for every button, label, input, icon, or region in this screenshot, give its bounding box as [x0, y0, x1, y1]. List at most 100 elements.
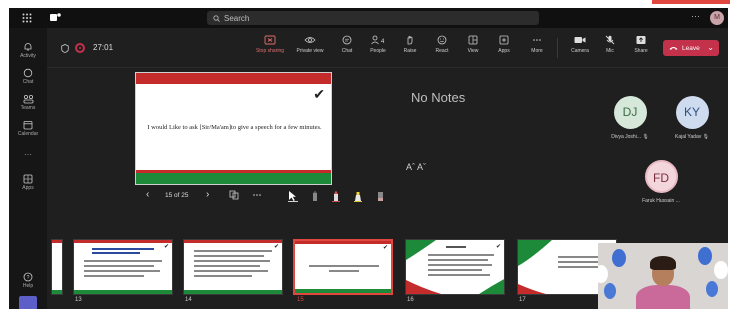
rail-label: Calendar: [17, 131, 39, 137]
toolbar-label: More: [531, 48, 543, 54]
rail-teams[interactable]: Teams: [9, 94, 47, 111]
toolbar-label: Camera: [571, 48, 589, 54]
screen-frame: Search ··· M Activity Chat Teams Calenda…: [0, 0, 730, 313]
thumbnail-number: 17: [519, 297, 526, 303]
slide-thumbnail[interactable]: [51, 239, 63, 295]
mic-button[interactable]: Mic: [593, 35, 627, 54]
slide-thumbnail[interactable]: ✔: [183, 239, 283, 295]
highlighter-icon[interactable]: [353, 190, 363, 202]
previous-slide-button[interactable]: ‹: [146, 189, 149, 200]
user-avatar[interactable]: M: [710, 11, 724, 25]
rail-more-button[interactable]: ···: [9, 150, 47, 159]
no-notes-label: No Notes: [411, 90, 466, 105]
view-button[interactable]: View: [456, 35, 490, 54]
font-size-controls[interactable]: Aˆ Aˇ: [406, 162, 426, 172]
participant-name: Faruk Hussain ...: [642, 198, 680, 204]
chat-button[interactable]: Chat: [330, 35, 364, 54]
app-launcher-icon[interactable]: [22, 13, 32, 23]
self-camera-video: [598, 243, 728, 309]
rail-label: Help: [22, 283, 34, 289]
titlebar-more-button[interactable]: ···: [691, 11, 700, 21]
toolbar-label: Raise: [403, 48, 417, 54]
share-button[interactable]: Share: [624, 35, 658, 54]
avatar: KY: [675, 96, 709, 129]
next-slide-button[interactable]: ›: [206, 189, 209, 200]
leave-button[interactable]: Leave ⌄: [663, 40, 719, 56]
slide-text: I would Like to ask [Sir/Ma'am]to give a…: [147, 124, 322, 131]
hand-icon: [407, 36, 413, 45]
participant-name: Kajal Yadav 🎙: [675, 134, 709, 140]
rail-chat[interactable]: Chat: [9, 68, 47, 85]
slide-bottom-band: [136, 173, 331, 184]
red-corner-accent: [652, 0, 730, 4]
meeting-toolbar: 27:01 Stop sharing Private view Chat Peo…: [47, 28, 728, 68]
search-input[interactable]: Search: [207, 11, 539, 25]
rail-apps[interactable]: Apps: [9, 174, 47, 191]
pen-black-icon[interactable]: [310, 190, 320, 202]
rail-label: Apps: [22, 185, 34, 191]
svg-text:?: ?: [27, 275, 30, 281]
toolbar-label: React: [435, 48, 449, 54]
mic-off-icon: [605, 35, 615, 45]
mic-off-icon: 🎙: [702, 134, 709, 140]
person-hair: [650, 256, 676, 270]
toolbar-label: Stop sharing: [255, 48, 285, 54]
thumbnail-number: 16: [407, 297, 414, 303]
search-icon: [213, 14, 220, 22]
participant-tile[interactable]: FD Faruk Hussain ...: [633, 160, 689, 204]
more-options-icon[interactable]: [251, 190, 263, 200]
thumbnail-number: 13: [75, 297, 82, 303]
rail-help[interactable]: ? Help: [9, 272, 47, 289]
mic-off-icon: 🎙: [642, 134, 649, 140]
apps-button[interactable]: Apps: [487, 35, 521, 54]
private-view-button[interactable]: Private view: [293, 35, 327, 54]
checkmark-icon: ✔: [313, 86, 325, 102]
avatar: FD: [644, 160, 678, 193]
apps-icon: [23, 174, 33, 184]
camera-button[interactable]: Camera: [563, 35, 597, 54]
recording-icon: [75, 43, 85, 53]
pointer-tool-icon[interactable]: [287, 190, 299, 202]
chevron-down-icon[interactable]: ⌄: [707, 43, 714, 52]
chat-icon: [23, 68, 33, 78]
search-placeholder: Search: [224, 13, 250, 23]
chat-icon: [342, 35, 352, 45]
toolbar-label: Share: [634, 48, 648, 54]
thumbnail-number: 14: [185, 297, 192, 303]
slide-thumbnail[interactable]: ✔: [73, 239, 173, 295]
people-button[interactable]: People: [361, 35, 395, 54]
smiley-icon: [437, 35, 447, 45]
react-button[interactable]: React: [425, 35, 459, 54]
more-button[interactable]: More: [520, 35, 554, 54]
rail-activity[interactable]: Activity: [9, 42, 47, 59]
avatar: DJ: [613, 96, 647, 129]
eraser-icon[interactable]: [375, 190, 385, 202]
calendar-icon: [23, 121, 33, 130]
raise-hand-button[interactable]: Raise: [393, 35, 427, 54]
shield-icon: [61, 44, 69, 53]
participant-tile[interactable]: DJ Divya Joshi... 🎙: [609, 96, 651, 140]
rail-calendar[interactable]: Calendar: [9, 120, 47, 137]
rail-more-label: ···: [24, 150, 32, 159]
toolbar-label: Apps: [498, 48, 510, 54]
stop-sharing-button[interactable]: Stop sharing: [253, 35, 287, 54]
slide-grid-icon[interactable]: [229, 190, 239, 200]
slide-thumbnail-selected[interactable]: ✔: [293, 239, 393, 295]
balloon-graphic: [604, 283, 616, 299]
help-icon: ?: [23, 272, 33, 282]
participant-tile[interactable]: KY Kajal Yadav 🎙: [667, 96, 717, 140]
pen-red-icon[interactable]: [331, 190, 341, 202]
view-icon: [468, 35, 478, 45]
eye-icon: [304, 37, 316, 43]
meeting-timer: 27:01: [93, 43, 114, 52]
stop-sharing-icon: [264, 35, 276, 45]
rail-active-indicator[interactable]: [19, 296, 37, 309]
toolbar-label: Chat: [341, 48, 353, 54]
teams-window: Search ··· M Activity Chat Teams Calenda…: [9, 8, 728, 309]
left-rail: Activity Chat Teams Calendar ··· Apps ? …: [9, 28, 47, 309]
rail-label: Activity: [20, 53, 36, 59]
title-bar: Search ··· M: [9, 8, 728, 28]
slide-thumbnail[interactable]: ✔: [405, 239, 505, 295]
rail-label: Teams: [20, 105, 36, 111]
toolbar-label: People: [370, 48, 386, 54]
